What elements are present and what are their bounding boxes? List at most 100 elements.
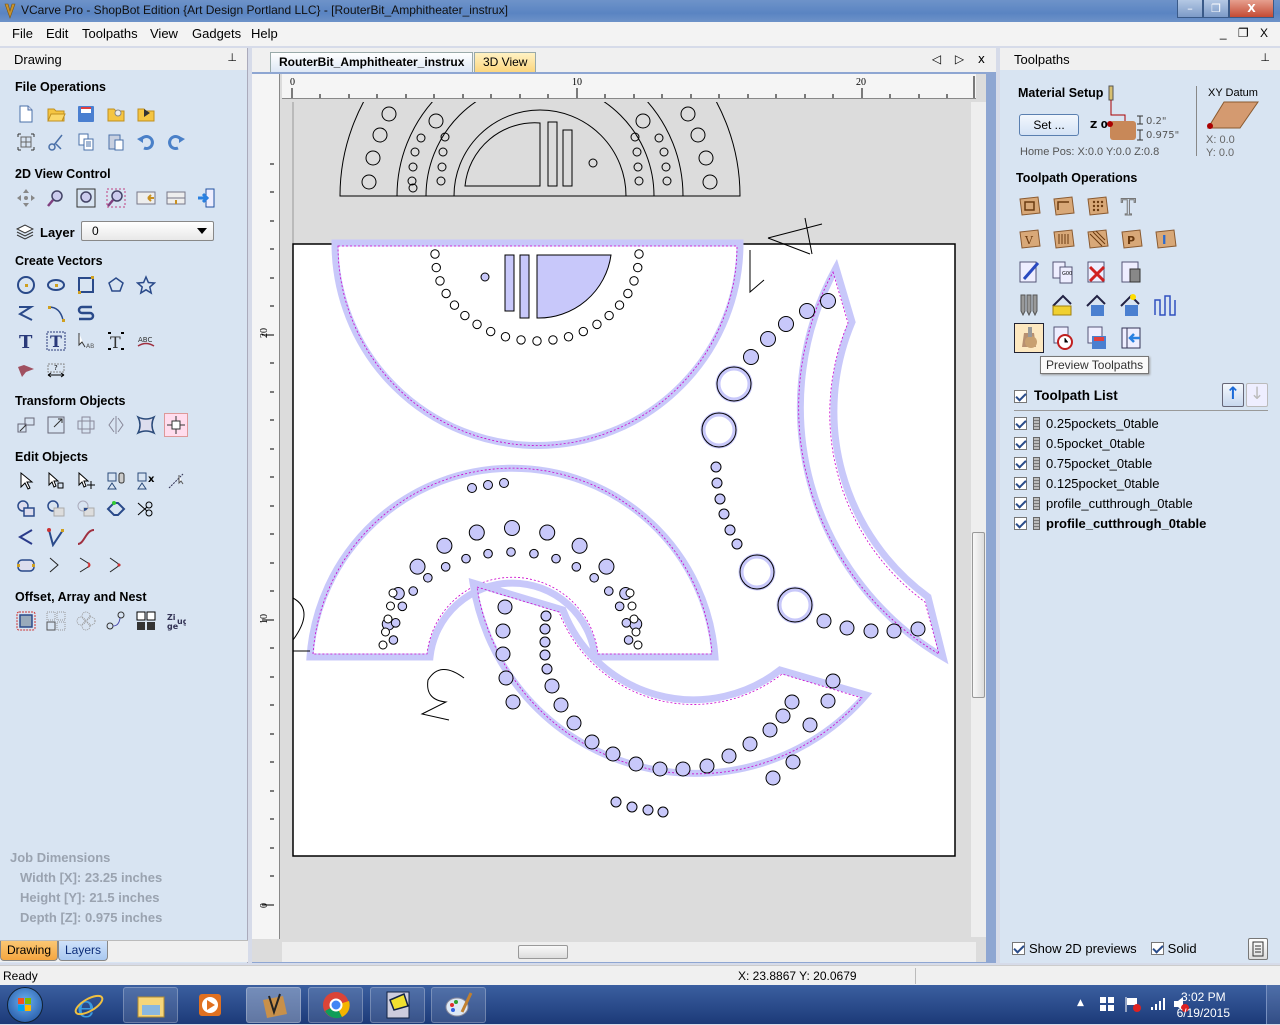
draw-text-icon[interactable]: T (14, 329, 38, 353)
start-button[interactable] (7, 987, 43, 1023)
intersect-icon[interactable] (74, 497, 98, 521)
draw-star-icon[interactable] (134, 273, 158, 297)
group-icon[interactable] (104, 469, 128, 493)
toolpath-checkbox[interactable] (1014, 456, 1027, 470)
bitmap-trace-icon[interactable] (14, 357, 38, 381)
merge-nest-icon[interactable]: Zi ge ug (164, 609, 188, 633)
taskbar-explorer[interactable] (123, 987, 178, 1023)
text-on-curve-icon[interactable]: AB (74, 329, 98, 353)
tray-overflow-icon[interactable]: ▲ (1077, 998, 1084, 1008)
tab-drawing[interactable]: Drawing (0, 941, 59, 961)
document-nav-controls[interactable]: ◁ ▷ x (932, 52, 990, 66)
taskbar-chrome[interactable] (308, 987, 363, 1023)
flag-alert-icon[interactable] (1124, 995, 1142, 1013)
pin-icon[interactable]: ⊥ (1260, 51, 1270, 64)
drilling-toolpath-icon[interactable] (1082, 191, 1112, 221)
offset-icon[interactable] (14, 609, 38, 633)
smooth-curve-icon[interactable] (74, 525, 98, 549)
toolpath-summary-button[interactable] (1248, 938, 1268, 960)
taskbar-paint[interactable] (431, 987, 486, 1023)
horizontal-scrollbar[interactable] (282, 942, 976, 962)
align-center-view-icon[interactable] (164, 186, 188, 210)
open-file-icon[interactable] (44, 102, 68, 126)
move-up-button[interactable]: ↑ (1222, 383, 1244, 407)
ungroup-icon[interactable]: x (134, 469, 158, 493)
copy-along-vector-icon[interactable] (104, 609, 128, 633)
export-toolpath-icon[interactable] (1116, 323, 1146, 353)
system-clock[interactable]: 3:02 PM 6/19/2015 (1177, 989, 1230, 1021)
measure-icon[interactable] (164, 469, 188, 493)
edit-gcode-icon[interactable] (1014, 257, 1044, 287)
taskbar-shopbot[interactable] (370, 987, 425, 1023)
vector-drawing[interactable] (282, 102, 972, 942)
taskbar-vcarve[interactable] (246, 987, 301, 1023)
tabs-toolpath-icon[interactable] (1150, 290, 1180, 320)
draw-curve-icon[interactable] (44, 301, 68, 325)
network-signal-icon[interactable] (1149, 995, 1167, 1011)
save-toolpath-icon[interactable] (1082, 323, 1112, 353)
new-file-icon[interactable] (14, 102, 38, 126)
toolpath-item[interactable]: 0.25pockets_0table (1014, 413, 1206, 433)
open-template-icon[interactable] (104, 102, 128, 126)
vertical-scrollbar[interactable] (971, 102, 986, 937)
select-tool-icon[interactable] (14, 469, 38, 493)
pan-icon[interactable] (14, 186, 38, 210)
toolpath-item[interactable]: profile_cutthrough_0table (1014, 493, 1206, 513)
xy-datum-icon[interactable] (1204, 100, 1264, 130)
join-vectors-icon[interactable] (104, 497, 128, 521)
paste-icon[interactable] (104, 130, 128, 154)
zoom-extents-icon[interactable] (74, 186, 98, 210)
toolpath-checkbox[interactable] (1014, 496, 1027, 510)
toolpath-checkbox[interactable] (1014, 516, 1027, 530)
show-2d-previews-checkbox[interactable] (1012, 942, 1025, 955)
scale-icon[interactable] (44, 413, 68, 437)
tool-database-icon[interactable] (1014, 290, 1044, 320)
nest-parts-icon[interactable] (134, 609, 158, 633)
duplicate-toolpath-icon[interactable]: G00 (1048, 257, 1078, 287)
fillet-icon[interactable] (14, 525, 38, 549)
draw-polygon-icon[interactable] (104, 273, 128, 297)
tab-3d-view[interactable]: 3D View (474, 52, 537, 72)
menu-toolpaths[interactable]: Toolpaths (82, 26, 138, 41)
undo-icon[interactable] (134, 130, 158, 154)
rotate-icon[interactable] (74, 413, 98, 437)
toolpath-checkbox[interactable] (1014, 416, 1027, 430)
menu-edit[interactable]: Edit (46, 26, 68, 41)
draw-polyline-icon[interactable] (14, 301, 38, 325)
move-down-button[interactable]: ↓ (1246, 383, 1268, 407)
pin-icon[interactable]: ⊥ (227, 51, 237, 64)
quick-engrave-icon[interactable]: T (1116, 191, 1146, 221)
toolpath-checkbox[interactable] (1014, 476, 1027, 490)
close-button[interactable]: X (1229, 0, 1274, 18)
align-objects-icon[interactable] (164, 413, 188, 437)
menu-gadgets[interactable]: Gadgets (192, 26, 241, 41)
draw-arc-icon[interactable] (74, 301, 98, 325)
align-left-view-icon[interactable] (134, 186, 158, 210)
delete-toolpath-icon[interactable] (1082, 257, 1112, 287)
pocket-toolpath-icon[interactable] (1048, 191, 1078, 221)
select-all-icon[interactable] (14, 130, 38, 154)
action-center-icon[interactable] (1099, 996, 1115, 1012)
zoom-box-icon[interactable] (44, 186, 68, 210)
text-edit-icon[interactable]: T (104, 329, 128, 353)
tab-document[interactable]: RouterBit_Amphitheater_instrux (270, 52, 474, 72)
profile-toolpath-icon[interactable] (1014, 191, 1044, 221)
import-icon[interactable] (134, 102, 158, 126)
inlay-toolpath-icon[interactable]: I (1150, 224, 1180, 254)
subtract-icon[interactable] (44, 497, 68, 521)
copy-icon[interactable] (74, 130, 98, 154)
extend-vector-icon[interactable] (44, 553, 68, 577)
draw-rectangle-icon[interactable] (74, 273, 98, 297)
dimensions-icon[interactable]: ? (44, 357, 68, 381)
toolpath-timer-icon[interactable] (1048, 323, 1078, 353)
solid-option[interactable]: Solid (1150, 941, 1197, 956)
taskbar-media-player[interactable] (186, 987, 234, 1023)
calculate-toolpath-icon[interactable] (1116, 257, 1146, 287)
vertical-scroll-thumb[interactable] (972, 532, 985, 698)
vector-corner-icon[interactable] (104, 553, 128, 577)
toolpath-item[interactable]: 0.5pocket_0table (1014, 433, 1206, 453)
toggle-view-icon[interactable] (194, 186, 218, 210)
circular-array-icon[interactable] (74, 609, 98, 633)
text-arc-icon[interactable]: ABC (134, 329, 158, 353)
transform-mode-icon[interactable] (74, 469, 98, 493)
